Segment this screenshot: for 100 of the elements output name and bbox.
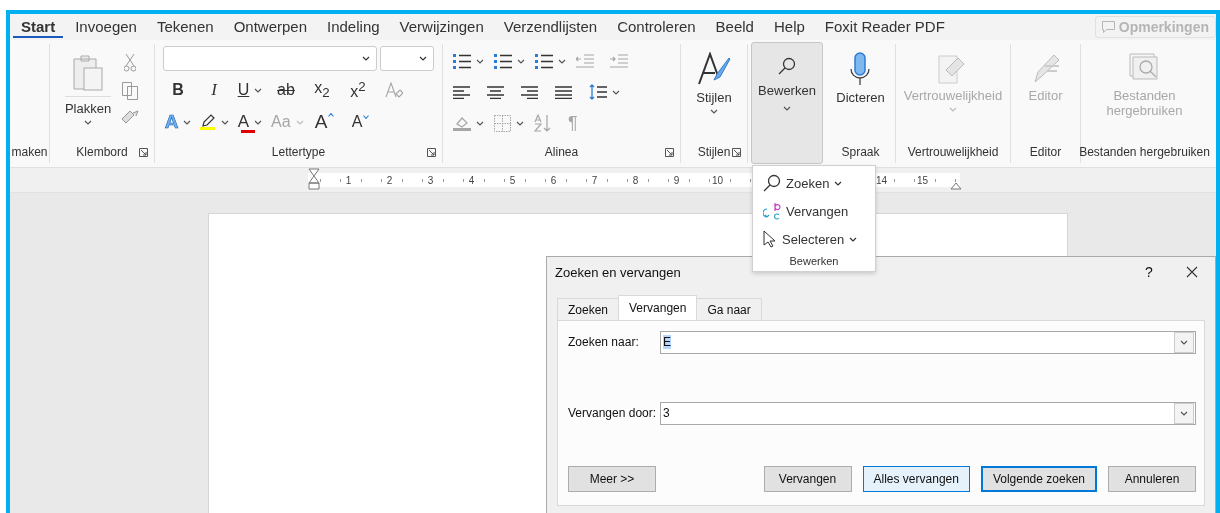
ruler-number: 5 (508, 174, 517, 186)
text-combobox[interactable]: E (660, 330, 1196, 354)
chevron-down-icon (362, 56, 371, 61)
ribbon-tab[interactable]: Help (765, 16, 813, 38)
italic-button[interactable]: I (199, 80, 229, 100)
chevron-down-icon (558, 58, 566, 64)
scissors-icon[interactable] (124, 54, 137, 72)
speech-bubble-icon (1101, 21, 1115, 33)
ribbon-tab[interactable]: Start (13, 16, 64, 38)
help-button[interactable]: ? (1129, 264, 1169, 280)
search-icon (763, 174, 781, 192)
dropdown-button[interactable] (1174, 331, 1194, 353)
group-label: Editor (1029, 145, 1062, 159)
ruler-number: 10 (710, 174, 725, 186)
paint-bucket-icon (453, 115, 471, 131)
dialog-button[interactable]: Alles vervangen (862, 466, 970, 492)
copy-icon[interactable] (122, 82, 139, 100)
chevron-down-icon (834, 180, 843, 186)
dialog-tab[interactable]: Vervangen (618, 295, 698, 320)
dialog-launcher-icon[interactable] (732, 148, 741, 157)
bullets-button[interactable] (453, 53, 484, 69)
letter-brush-icon (697, 52, 731, 86)
chevron-down-icon (783, 106, 791, 111)
dialog-launcher-icon[interactable] (665, 148, 674, 157)
ruler-number: 2 (385, 174, 394, 186)
ribbon-tab[interactable]: Verwijzingen (391, 16, 492, 38)
paste-button[interactable]: Plakken (64, 50, 112, 141)
ribbon-tab[interactable]: Beeld (707, 16, 762, 38)
align-left-icon (453, 85, 470, 99)
grow-button[interactable]: A (309, 111, 340, 133)
chevron-down-icon (476, 58, 484, 64)
dialog-button[interactable]: Annuleren (1108, 466, 1196, 492)
ribbon-tab[interactable]: Foxit Reader PDF (816, 16, 953, 38)
right-indent-marker-icon[interactable] (950, 182, 962, 190)
superscript-button[interactable]: x$^{2}$ (343, 78, 373, 102)
group-label: Stijlen (697, 145, 731, 159)
ruler-number: 6 (549, 174, 558, 186)
numbering-button[interactable] (494, 53, 525, 69)
ribbon-tab[interactable]: Tekenen (148, 16, 222, 38)
multilevel-button[interactable] (535, 53, 566, 69)
menu-item[interactable]: Vervangen (753, 197, 875, 225)
dialog-launcher-icon[interactable] (427, 148, 436, 157)
group-label: Bestanden hergebruiken (1079, 145, 1210, 159)
field-label: Zoeken naar: (568, 335, 640, 349)
cursor-icon (763, 230, 777, 248)
chevron-down-icon (419, 56, 427, 61)
ruler-number: 4 (467, 174, 476, 186)
chevron-down-icon (220, 119, 229, 125)
group-label: Lettertype (271, 145, 326, 159)
ribbon-tab[interactable]: Verzendlijsten (495, 16, 606, 38)
search-icon (778, 57, 796, 75)
chevron-down-icon (1180, 410, 1188, 416)
shrink-button[interactable]: A (345, 113, 376, 131)
group-label: Bewerken (788, 254, 840, 269)
strike-button[interactable]: ab (271, 81, 301, 99)
microphone-icon (849, 52, 872, 86)
replace-icon (763, 202, 781, 220)
group-label: Klembord (76, 145, 128, 159)
styles-button[interactable]: Stijlen (696, 44, 732, 141)
bold-button[interactable]: B (163, 81, 193, 99)
ruler-number: 15 (915, 174, 930, 186)
ribbon-tab[interactable]: Invoegen (67, 16, 145, 38)
text-combobox[interactable]: 3 (660, 401, 1196, 425)
menu-item[interactable]: Selecteren (753, 225, 875, 253)
line-spacing-button[interactable] (589, 84, 620, 100)
more-button[interactable]: Meer >> (568, 466, 656, 492)
group-label: maken (11, 145, 48, 159)
dictate-button[interactable]: Dicteren (836, 44, 885, 141)
ruler-number: 8 (631, 174, 640, 186)
editing-button[interactable]: Bewerken (751, 42, 823, 164)
ruler-number: 7 (590, 174, 599, 186)
chevron-down-icon (517, 58, 525, 64)
highlight-button[interactable] (199, 114, 229, 130)
group-label: Vertrouwelijkheid (907, 145, 999, 159)
chevron-down-icon (710, 109, 718, 114)
line-spacing-icon (589, 84, 607, 100)
paintbrush-icon[interactable] (121, 110, 140, 126)
dialog-tab[interactable]: Ga naar (696, 298, 762, 320)
chevron-down-icon (612, 89, 620, 95)
bullet-list-icon (453, 53, 471, 69)
sort-icon (534, 114, 552, 132)
dialog-button[interactable]: Volgende zoeken (980, 466, 1097, 492)
indent-marker-icon[interactable] (308, 168, 320, 190)
dialog-launcher-icon[interactable] (139, 148, 148, 157)
ribbon-tab[interactable]: Ontwerpen (225, 16, 315, 38)
align-center-icon (487, 85, 504, 99)
subscript-button[interactable]: x$_{2}$ (307, 79, 337, 101)
caret-down-icon (363, 115, 370, 119)
ribbon-tab[interactable]: Controleren (609, 16, 704, 38)
fontcolor-button[interactable]: A (235, 112, 265, 132)
dialog-tab[interactable]: Zoeken (557, 298, 620, 320)
dialog-button[interactable]: Vervangen (763, 466, 852, 492)
dropdown-button[interactable] (1174, 402, 1194, 424)
underline-button[interactable]: U (235, 81, 265, 99)
chevron-down-icon (183, 119, 192, 125)
group-label: Alinea (544, 145, 579, 159)
chevron-down-icon (295, 119, 304, 125)
chevron-down-icon (84, 120, 92, 125)
chevron-down-icon (254, 119, 263, 125)
ribbon-tab[interactable]: Indeling (319, 16, 388, 38)
